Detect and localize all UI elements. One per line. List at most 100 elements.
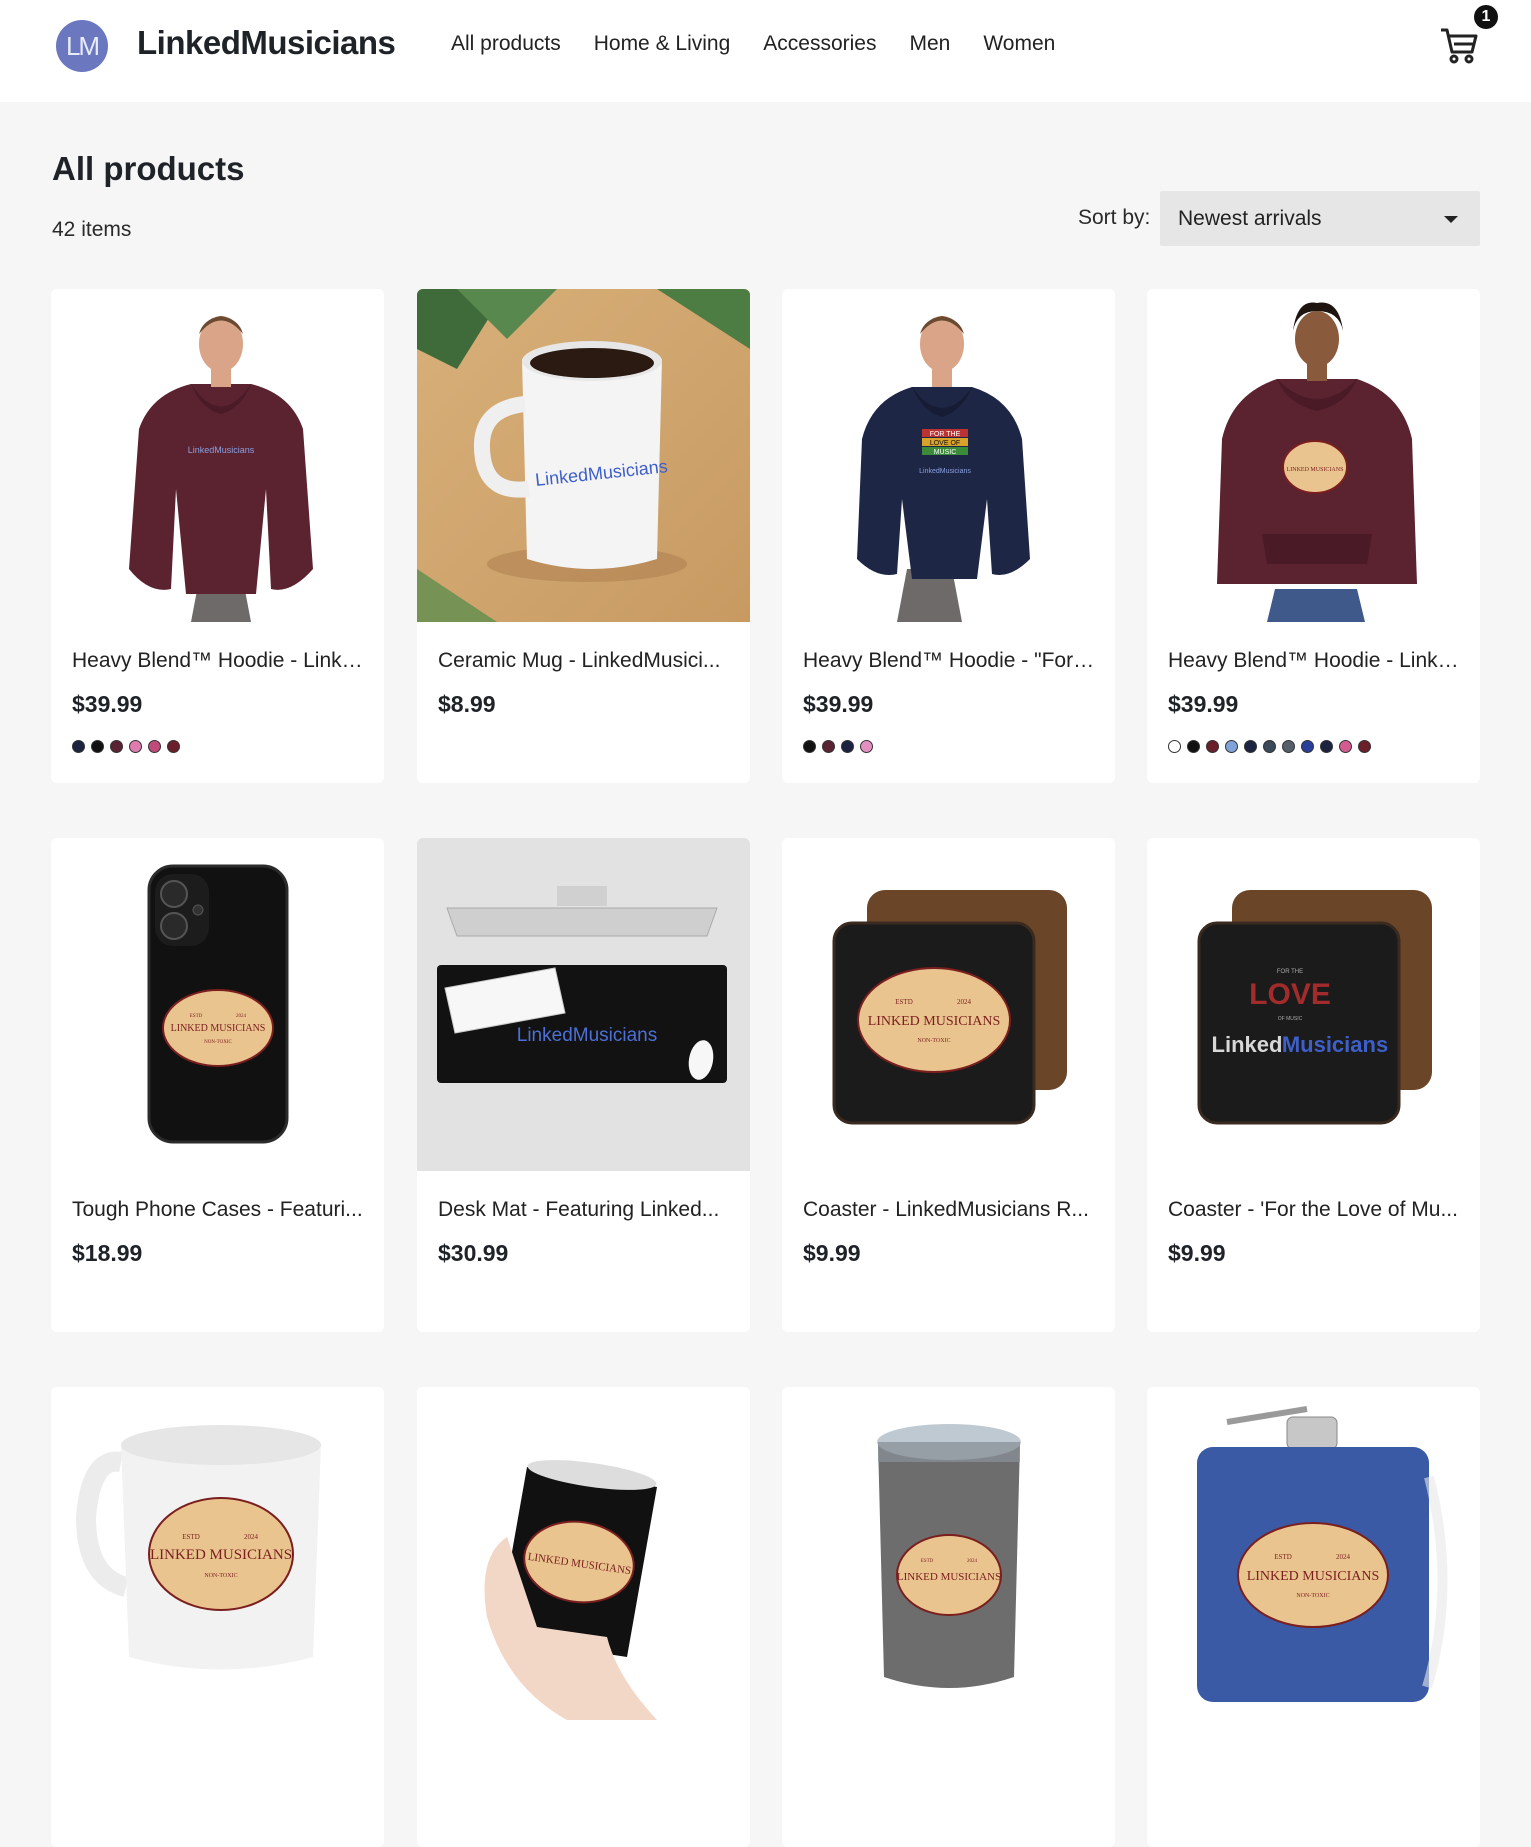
product-image: LINKED MUSICIANS ESTD 2024 NON-TOXIC xyxy=(782,838,1115,1171)
color-swatch[interactable] xyxy=(1187,740,1200,753)
product-name[interactable]: Tough Phone Cases - Featuri... xyxy=(72,1198,368,1222)
emblem-year-text: 2024 xyxy=(967,1559,978,1564)
site-header: LM LinkedMusicians All products Home & L… xyxy=(0,0,1531,102)
color-swatch[interactable] xyxy=(110,740,123,753)
emblem-name-text: LINKED MUSICIANS xyxy=(1247,1569,1380,1584)
product-price: $39.99 xyxy=(1168,691,1239,717)
ftlom-line-1: FOR THE xyxy=(930,431,961,438)
color-swatch[interactable] xyxy=(148,740,161,753)
emblem-sub-text: NON-TOXIC xyxy=(204,1573,237,1579)
product-name[interactable]: Coaster - LinkedMusicians R... xyxy=(803,1198,1099,1222)
color-swatch[interactable] xyxy=(860,740,873,753)
sort-select[interactable]: Newest arrivals xyxy=(1160,191,1480,246)
page-title: All products xyxy=(52,150,245,187)
emblem-year-text: 2024 xyxy=(957,998,972,1006)
product-name[interactable]: Desk Mat - Featuring Linked... xyxy=(438,1198,734,1222)
product-name[interactable]: Heavy Blend™ Hoodie - Linke... xyxy=(72,649,368,673)
product-image: LINKED MUSICIANS ESTD 2024 NON-TOXIC xyxy=(51,1387,384,1720)
product-card[interactable]: LinkedMusicians Heavy Blend™ Hoodie - Li… xyxy=(51,289,384,783)
product-image: LINKED MUSICIANS ESTD 2024 NON-TOXIC xyxy=(1147,1387,1480,1720)
coaster-top-text: FOR THE xyxy=(1277,969,1303,975)
color-swatch[interactable] xyxy=(167,740,180,753)
color-swatch[interactable] xyxy=(841,740,854,753)
nav-accessories[interactable]: Accessories xyxy=(763,32,876,56)
color-swatch[interactable] xyxy=(1358,740,1371,753)
main-nav: All products Home & Living Accessories M… xyxy=(451,32,1055,56)
coaster-brand-a-text: Linked xyxy=(1212,1032,1283,1057)
coaster-brand-b-text: Musicians xyxy=(1282,1032,1388,1057)
color-swatch[interactable] xyxy=(1263,740,1276,753)
nav-all-products[interactable]: All products xyxy=(451,32,561,56)
emblem-estd-text: ESTD xyxy=(895,998,913,1006)
color-swatch[interactable] xyxy=(1244,740,1257,753)
color-swatches xyxy=(72,740,180,753)
emblem-name-text: LINKED MUSICIANS xyxy=(150,1547,292,1563)
product-image: LINKED MUSICIANS ESTD 2024 NON-TOXIC xyxy=(51,838,384,1171)
product-card[interactable]: FOR THE LOVE OF MUSIC LinkedMusicians He… xyxy=(782,289,1115,783)
emblem-estd-text: ESTD xyxy=(921,1559,934,1564)
product-price: $39.99 xyxy=(803,691,874,717)
color-swatches xyxy=(803,740,873,753)
product-price: $9.99 xyxy=(803,1240,861,1266)
product-card[interactable]: LINKED MUSICIANS ESTD 2024 NON-TOXIC Tou… xyxy=(51,838,384,1332)
product-card[interactable]: LINKED MUSICIANS xyxy=(417,1387,750,1847)
deskmat-logo-text: LinkedMusicians xyxy=(517,1025,657,1046)
color-swatch[interactable] xyxy=(129,740,142,753)
product-price: $39.99 xyxy=(72,691,143,717)
color-swatch[interactable] xyxy=(1301,740,1314,753)
product-card[interactable]: LinkedMusicians Desk Mat - Featuring Lin… xyxy=(417,838,750,1332)
hoodie-logo-text: LinkedMusicians xyxy=(919,468,971,475)
item-count: 42 items xyxy=(52,218,132,241)
ftlom-line-3: MUSIC xyxy=(934,449,957,456)
color-swatch[interactable] xyxy=(72,740,85,753)
emblem-name-text: LINKED MUSICIANS xyxy=(1287,467,1344,473)
coaster-of-music-text: OF MUSIC xyxy=(1278,1016,1303,1022)
emblem-estd-text: ESTD xyxy=(1274,1553,1292,1561)
product-image: LINKED MUSICIANS xyxy=(1147,289,1480,622)
color-swatch[interactable] xyxy=(1339,740,1352,753)
nav-men[interactable]: Men xyxy=(909,32,950,56)
color-swatch[interactable] xyxy=(1206,740,1219,753)
product-price: $18.99 xyxy=(72,1240,143,1266)
product-card[interactable]: LINKED MUSICIANS ESTD 2024 NON-TOXIC xyxy=(51,1387,384,1847)
product-image: LINKED MUSICIANS ESTD 2024 xyxy=(782,1387,1115,1720)
color-swatch[interactable] xyxy=(1320,740,1333,753)
emblem-year-text: 2024 xyxy=(1336,1553,1351,1561)
logo[interactable]: LM xyxy=(56,20,108,72)
product-image: LinkedMusicians xyxy=(417,838,750,1171)
nav-home-living[interactable]: Home & Living xyxy=(594,32,731,56)
product-image: LinkedMusicians xyxy=(51,289,384,622)
emblem-sub-text: NON-TOXIC xyxy=(917,1038,950,1044)
color-swatch[interactable] xyxy=(803,740,816,753)
product-card[interactable]: LinkedMusicians Ceramic Mug - LinkedMusi… xyxy=(417,289,750,783)
product-card[interactable]: LINKED MUSICIANS ESTD 2024 NON-TOXIC xyxy=(1147,1387,1480,1847)
cart-count-badge: 1 xyxy=(1474,5,1498,29)
sort-selected-value: Newest arrivals xyxy=(1178,207,1322,230)
brand-name[interactable]: LinkedMusicians xyxy=(137,24,396,62)
product-name[interactable]: Heavy Blend™ Hoodie - Linke... xyxy=(1168,649,1464,673)
color-swatch[interactable] xyxy=(1225,740,1238,753)
product-name[interactable]: Coaster - 'For the Love of Mu... xyxy=(1168,1198,1464,1222)
color-swatch[interactable] xyxy=(1168,740,1181,753)
emblem-name-text: LINKED MUSICIANS xyxy=(171,1023,266,1034)
product-name[interactable]: Heavy Blend™ Hoodie - "For T... xyxy=(803,649,1099,673)
cart-icon[interactable] xyxy=(1438,24,1480,66)
product-card[interactable]: LINKED MUSICIANS Heavy Blend™ Hoodie - L… xyxy=(1147,289,1480,783)
emblem-name-text: LINKED MUSICIANS xyxy=(897,1571,1001,1583)
emblem-year-text: 2024 xyxy=(236,1014,247,1019)
hoodie-logo-text: LinkedMusicians xyxy=(188,445,255,455)
color-swatch[interactable] xyxy=(1282,740,1295,753)
product-name[interactable]: Ceramic Mug - LinkedMusici... xyxy=(438,649,734,673)
product-image: LinkedMusicians xyxy=(417,289,750,622)
coaster-love-text: LOVE xyxy=(1249,978,1331,1011)
product-card[interactable]: LINKED MUSICIANS ESTD 2024 NON-TOXIC Coa… xyxy=(782,838,1115,1332)
color-swatch[interactable] xyxy=(91,740,104,753)
emblem-estd-text: ESTD xyxy=(190,1014,203,1019)
product-card[interactable]: FOR THE LOVE OF MUSIC Linked Musicians C… xyxy=(1147,838,1480,1332)
product-image: FOR THE LOVE OF MUSIC Linked Musicians xyxy=(1147,838,1480,1171)
color-swatch[interactable] xyxy=(822,740,835,753)
ftlom-line-2: LOVE OF xyxy=(930,440,960,447)
product-price: $9.99 xyxy=(1168,1240,1226,1266)
nav-women[interactable]: Women xyxy=(983,32,1055,56)
product-card[interactable]: LINKED MUSICIANS ESTD 2024 xyxy=(782,1387,1115,1847)
